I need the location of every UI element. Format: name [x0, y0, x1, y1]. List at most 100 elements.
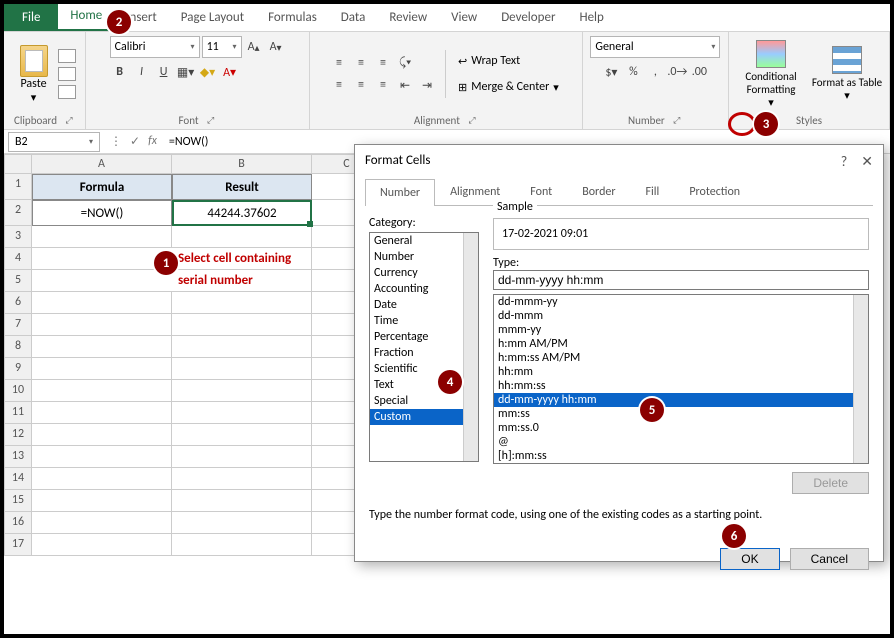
cut-button[interactable]	[58, 49, 76, 63]
cell[interactable]	[172, 226, 312, 248]
cat-custom[interactable]: Custom	[370, 409, 478, 425]
cell[interactable]	[32, 314, 172, 336]
cell[interactable]	[172, 336, 312, 358]
tab-developer[interactable]: Developer	[489, 4, 567, 31]
alignment-launcher[interactable]: ⤢	[466, 115, 478, 127]
row-header[interactable]: 1	[4, 174, 32, 200]
cell[interactable]	[172, 512, 312, 534]
cell[interactable]	[172, 314, 312, 336]
row-header[interactable]: 9	[4, 358, 32, 380]
type-item[interactable]: hh:mm	[494, 365, 868, 379]
type-item[interactable]: mm:ss.0	[494, 421, 868, 435]
delete-button[interactable]: Delete	[792, 472, 869, 494]
tab-help[interactable]: Help	[567, 4, 615, 31]
cat-fraction[interactable]: Fraction	[370, 345, 478, 361]
row-header[interactable]: 2	[4, 200, 32, 226]
row-header[interactable]: 13	[4, 446, 32, 468]
type-item[interactable]: [h]:mm:ss	[494, 449, 868, 463]
cell[interactable]	[32, 446, 172, 468]
tab-formulas[interactable]: Formulas	[256, 4, 329, 31]
row-header[interactable]: 15	[4, 490, 32, 512]
type-item[interactable]: dd-mmm-yy	[494, 295, 868, 309]
cat-scientific[interactable]: Scientific	[370, 361, 478, 377]
tab-page-layout[interactable]: Page Layout	[169, 4, 256, 31]
cell[interactable]	[172, 468, 312, 490]
cat-general[interactable]: General	[370, 233, 478, 249]
cell[interactable]	[32, 358, 172, 380]
tab-view[interactable]: View	[439, 4, 489, 31]
align-center-icon[interactable]: ≡	[351, 75, 371, 95]
cell[interactable]	[32, 292, 172, 314]
row-header[interactable]: 10	[4, 380, 32, 402]
paste-button[interactable]: Paste ▾	[14, 45, 54, 104]
help-icon[interactable]: ?	[841, 153, 848, 170]
row-header[interactable]: 11	[4, 402, 32, 424]
tab-data[interactable]: Data	[329, 4, 378, 31]
row-header[interactable]: 14	[4, 468, 32, 490]
align-middle-icon[interactable]: ≡	[351, 53, 371, 73]
row-header[interactable]: 6	[4, 292, 32, 314]
cat-time[interactable]: Time	[370, 313, 478, 329]
number-launcher[interactable]: ⤢	[671, 115, 683, 127]
type-item[interactable]: dd-mmm	[494, 309, 868, 323]
fill-handle[interactable]	[307, 221, 313, 227]
copy-button[interactable]	[58, 67, 76, 81]
merge-center-button[interactable]: ⊞Merge & Center▾	[454, 75, 563, 99]
cat-special[interactable]: Special	[370, 393, 478, 409]
cell-b1[interactable]: Result	[172, 174, 312, 200]
cell[interactable]	[172, 446, 312, 468]
align-top-icon[interactable]: ≡	[329, 53, 349, 73]
cell-b2[interactable]: 44244.37602	[172, 200, 312, 226]
cell[interactable]	[172, 358, 312, 380]
cell[interactable]	[32, 512, 172, 534]
font-name-combo[interactable]: Calibri▾	[110, 36, 200, 58]
cell[interactable]	[32, 468, 172, 490]
cell[interactable]	[32, 490, 172, 512]
type-item[interactable]: hh:mm:ss	[494, 379, 868, 393]
cat-accounting[interactable]: Accounting	[370, 281, 478, 297]
number-format-combo[interactable]: General▾	[590, 36, 720, 58]
cell-a1[interactable]: Formula	[32, 174, 172, 200]
tab-file[interactable]: File	[4, 4, 58, 31]
decrease-decimal-icon[interactable]: .00	[689, 62, 709, 82]
decrease-indent-icon[interactable]: ⇤	[395, 75, 415, 95]
clipboard-launcher[interactable]: ⤢	[63, 115, 75, 127]
bold-button[interactable]: B	[110, 62, 130, 82]
cell[interactable]	[172, 292, 312, 314]
cell[interactable]	[172, 402, 312, 424]
cell[interactable]	[32, 534, 172, 556]
font-color-button[interactable]: A▾	[220, 62, 240, 82]
align-right-icon[interactable]: ≡	[373, 75, 393, 95]
fill-color-button[interactable]: ◆▾	[198, 62, 218, 82]
cell[interactable]	[32, 226, 172, 248]
cell[interactable]	[172, 380, 312, 402]
cell[interactable]	[172, 534, 312, 556]
name-box[interactable]: B2▾	[8, 132, 100, 152]
format-painter-button[interactable]	[58, 85, 76, 99]
type-input[interactable]	[493, 270, 869, 290]
border-button[interactable]: ▦▾	[176, 62, 196, 82]
cell[interactable]	[32, 424, 172, 446]
percent-format-icon[interactable]: %	[623, 62, 643, 82]
dlg-tab-border[interactable]: Border	[567, 178, 630, 205]
wrap-text-button[interactable]: ↩Wrap Text	[454, 49, 563, 73]
cell[interactable]	[172, 424, 312, 446]
type-item[interactable]: mm:ss	[494, 407, 868, 421]
italic-button[interactable]: I	[132, 62, 152, 82]
cancel-formula-icon[interactable]: ⋮	[110, 134, 122, 149]
cat-date[interactable]: Date	[370, 297, 478, 313]
row-header[interactable]: 12	[4, 424, 32, 446]
tab-home[interactable]: Home	[58, 2, 114, 31]
accounting-format-icon[interactable]: $▾	[601, 62, 621, 82]
orientation-icon[interactable]: ⤹▾	[395, 53, 415, 73]
row-header[interactable]: 4	[4, 248, 32, 270]
select-all-corner[interactable]	[4, 154, 32, 174]
category-list[interactable]: General Number Currency Accounting Date …	[369, 232, 479, 462]
decrease-font-icon[interactable]: A▾	[266, 37, 286, 57]
increase-font-icon[interactable]: A▴	[244, 37, 264, 57]
row-header[interactable]: 17	[4, 534, 32, 556]
type-item[interactable]: h:mm AM/PM	[494, 337, 868, 351]
dlg-tab-protection[interactable]: Protection	[674, 178, 755, 205]
row-header[interactable]: 8	[4, 336, 32, 358]
cat-number[interactable]: Number	[370, 249, 478, 265]
